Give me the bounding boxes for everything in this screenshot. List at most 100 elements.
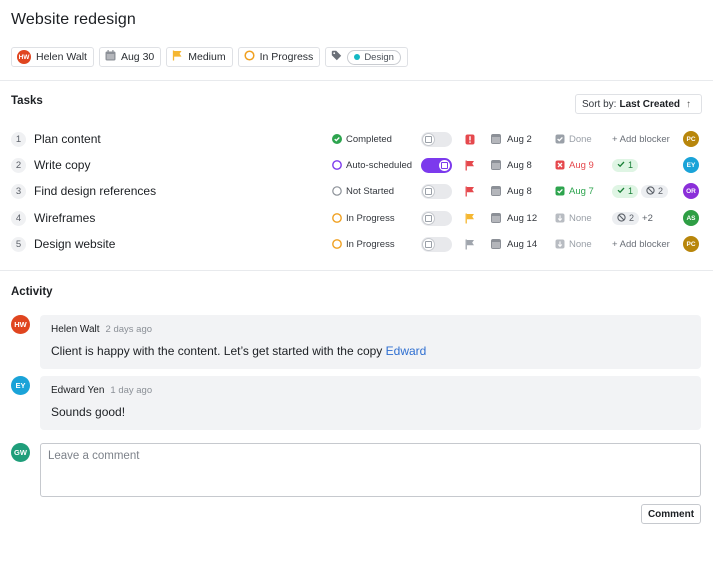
due-date-chip[interactable]: Aug 30 — [98, 47, 162, 67]
task-due-date[interactable]: Aug 14 — [491, 231, 537, 257]
task-blockers: 1 — [612, 152, 639, 178]
blocked-count: 2 — [658, 186, 664, 196]
auto-schedule-toggle[interactable] — [421, 205, 452, 231]
task-name[interactable]: Plan content — [34, 126, 101, 152]
toggle-knob — [422, 184, 435, 198]
calendar-icon — [105, 50, 116, 64]
task-blockers: + Add blocker — [612, 231, 670, 257]
blocked-count: 2 — [629, 213, 635, 223]
deadline-value: Done — [569, 133, 592, 145]
task-status[interactable]: Auto-scheduled — [332, 152, 412, 178]
comment-header: Helen Walt 2 days ago — [51, 324, 690, 335]
more-blockers[interactable]: +2 — [642, 213, 653, 224]
calendar-icon — [491, 186, 501, 196]
task-row[interactable]: 1 Plan content Completed Aug 2 Done + Ad… — [0, 126, 713, 152]
deadline-value: None — [569, 212, 592, 224]
blocked-icon — [646, 185, 655, 197]
task-name[interactable]: Design website — [34, 231, 115, 257]
blocking-badge[interactable]: 1 — [612, 158, 639, 172]
blocked-by-badge[interactable]: 2 — [612, 211, 640, 225]
check-icon — [617, 160, 625, 170]
toggle-knob — [422, 237, 435, 251]
tasks-heading: Tasks — [11, 95, 43, 107]
comment: Helen Walt 2 days ago Client is happy wi… — [40, 315, 701, 369]
overdue-red-icon — [555, 160, 565, 170]
task-number-badge: 1 — [11, 131, 26, 147]
add-blocker-button[interactable]: + Add blocker — [612, 134, 670, 145]
tag-chip[interactable]: Design — [325, 47, 408, 67]
task-row[interactable]: 5 Design website In Progress Aug 14 None… — [0, 231, 713, 257]
avatar: PC — [683, 236, 699, 252]
page-title: Website redesign — [11, 11, 136, 28]
task-status[interactable]: Completed — [332, 126, 392, 152]
comment-author: Edward Yen — [51, 385, 105, 396]
avatar: EY — [683, 157, 699, 173]
auto-schedule-toggle[interactable] — [421, 178, 452, 204]
task-due-date[interactable]: Aug 12 — [491, 205, 537, 231]
priority-chip[interactable]: Medium — [166, 47, 233, 67]
due-date-value: Aug 14 — [507, 238, 538, 250]
calendar-icon — [441, 161, 448, 169]
yellow-flag-icon[interactable] — [465, 205, 475, 231]
auto-schedule-toggle[interactable] — [421, 152, 452, 178]
task-row[interactable]: 3 Find design references Not Started Aug… — [0, 178, 713, 204]
auto-schedule-toggle[interactable] — [421, 231, 452, 257]
mention-link[interactable]: Edward — [386, 344, 427, 358]
task-status[interactable]: In Progress — [332, 231, 395, 257]
task-due-date[interactable]: Aug 8 — [491, 152, 532, 178]
task-assignee[interactable]: PC — [683, 126, 699, 152]
task-row[interactable]: 2 Write copy Auto-scheduled Aug 8 Aug 9 … — [0, 152, 713, 178]
avatar: AS — [683, 210, 699, 226]
red-flag-icon[interactable] — [465, 152, 475, 178]
task-status[interactable]: Not Started — [332, 178, 394, 204]
task-status-label: In Progress — [346, 238, 395, 250]
task-deadline[interactable]: None — [555, 205, 592, 231]
task-due-date[interactable]: Aug 2 — [491, 126, 532, 152]
toggle-track — [421, 157, 452, 173]
auto-scheduled-icon — [332, 160, 342, 170]
blocked-by-badge[interactable]: 2 — [641, 184, 669, 198]
task-deadline[interactable]: None — [555, 231, 592, 257]
status-chip[interactable]: In Progress — [237, 47, 321, 67]
task-status-label: Completed — [346, 133, 392, 145]
task-assignee[interactable]: OR — [683, 178, 699, 204]
sort-label: Sort by: — [582, 98, 617, 110]
in-progress-icon — [244, 50, 255, 64]
task-deadline[interactable]: Aug 7 — [555, 178, 594, 204]
due-date-value: Aug 2 — [507, 133, 532, 145]
task-name[interactable]: Find design references — [34, 178, 156, 204]
task-number-badge: 3 — [11, 183, 26, 199]
task-name[interactable]: Write copy — [34, 152, 90, 178]
urgent-icon[interactable] — [465, 126, 475, 152]
task-assignee[interactable]: EY — [683, 152, 699, 178]
add-blocker-button[interactable]: + Add blocker — [612, 239, 670, 250]
calendar-icon — [425, 135, 432, 143]
tag-color-dot — [354, 54, 361, 60]
task-assignee[interactable]: PC — [683, 231, 699, 257]
comment: Edward Yen 1 day ago Sounds good! — [40, 376, 701, 430]
due-date-value: Aug 8 — [507, 159, 532, 171]
avatar: PC — [683, 131, 699, 147]
task-number: 2 — [11, 152, 26, 178]
blocking-badge[interactable]: 1 — [612, 184, 639, 198]
sort-dropdown[interactable]: Sort by: Last Created ↑ — [575, 94, 702, 114]
assignee-chip[interactable]: HW Helen Walt — [11, 47, 94, 67]
task-number: 3 — [11, 178, 26, 204]
task-deadline[interactable]: Aug 9 — [555, 152, 594, 178]
task-row[interactable]: 4 Wireframes In Progress Aug 12 None 2 +2… — [0, 205, 713, 231]
task-deadline[interactable]: Done — [555, 126, 592, 152]
status-value: In Progress — [259, 51, 314, 63]
auto-schedule-toggle[interactable] — [421, 126, 452, 152]
comment-button[interactable]: Comment — [641, 504, 701, 524]
avatar: HW — [17, 50, 31, 64]
task-name[interactable]: Wireframes — [34, 205, 95, 231]
check-box-grey-icon — [555, 134, 565, 144]
task-due-date[interactable]: Aug 8 — [491, 178, 532, 204]
task-blockers: 2 +2 — [612, 205, 653, 231]
task-status[interactable]: In Progress — [332, 205, 395, 231]
comment-input[interactable] — [40, 443, 701, 497]
toggle-knob — [438, 158, 451, 172]
grey-flag-icon[interactable] — [465, 231, 475, 257]
task-assignee[interactable]: AS — [683, 205, 699, 231]
red-flag-icon[interactable] — [465, 178, 475, 204]
